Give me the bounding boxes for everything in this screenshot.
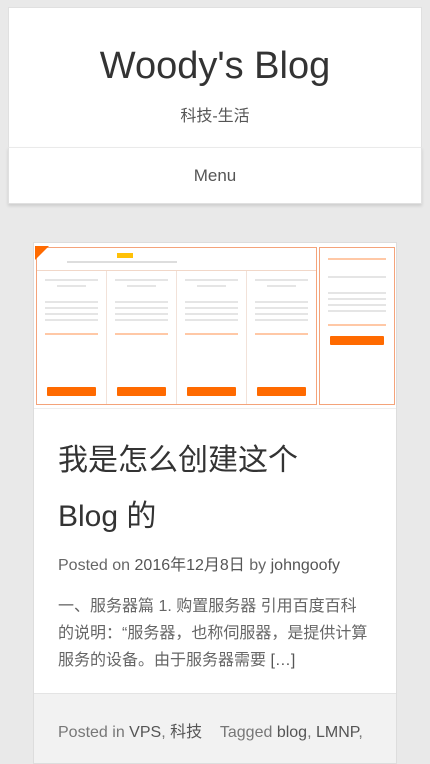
- post-title-line[interactable]: Blog 的: [58, 489, 372, 545]
- read-more-link[interactable]: […]: [270, 652, 295, 669]
- post-date-link[interactable]: 2016年12月8日: [135, 557, 245, 574]
- site-header: Woody's Blog 科技-生活: [8, 7, 422, 148]
- thumbnail-subline: [67, 261, 177, 263]
- category-link-vps[interactable]: VPS: [129, 724, 161, 741]
- thumbnail-side-plan: [320, 258, 394, 345]
- post-title[interactable]: 我是怎么创建这个 Blog 的: [58, 433, 372, 545]
- thumbnail-plan: [177, 271, 247, 404]
- thumbnail-plan: [37, 271, 107, 404]
- excerpt-text: 一、服务器篇 1. 购置服务器 引用百度百科的说明：“服务器，也称伺服器，是提供…: [58, 598, 368, 669]
- post-card: 我是怎么创建这个 Blog 的 Posted on 2016年12月8日 by …: [33, 242, 397, 764]
- thumbnail-plan-button: [117, 387, 166, 396]
- thumbnail-plan: [247, 271, 316, 404]
- post-thumbnail[interactable]: [34, 243, 396, 409]
- menu-toggle[interactable]: Menu: [8, 147, 422, 204]
- post-excerpt: 一、服务器篇 1. 购置服务器 引用百度百科的说明：“服务器，也称伺服器，是提供…: [58, 593, 372, 674]
- posted-in-label: Posted in: [58, 724, 125, 741]
- thumbnail-plans-side: [319, 247, 395, 405]
- author-link[interactable]: johngoofy: [271, 557, 340, 574]
- thumbnail-plan-button: [330, 336, 384, 345]
- thumbnail-plan: [107, 271, 177, 404]
- site-description: 科技-生活: [180, 108, 250, 125]
- posted-on-label: Posted on: [58, 557, 131, 574]
- tagged-label: Tagged: [219, 724, 273, 741]
- thumbnail-plan-button: [47, 387, 96, 396]
- thumbnail-plan-row: [37, 271, 316, 404]
- category-link-tech[interactable]: 科技: [170, 724, 202, 741]
- thumbnail-plans-main: [35, 246, 317, 405]
- tag-link-lmnp[interactable]: LMNP: [316, 724, 358, 741]
- thumbnail-header: [37, 248, 316, 271]
- post-title-line[interactable]: 我是怎么创建这个: [58, 433, 372, 489]
- site-title[interactable]: Woody's Blog: [9, 46, 421, 86]
- post-meta: Posted on 2016年12月8日 by johngoofy: [58, 551, 372, 575]
- thumbnail-plan-button: [187, 387, 236, 396]
- thumbnail-plan-button: [257, 387, 306, 396]
- tag-link-blog[interactable]: blog: [277, 724, 307, 741]
- post-footer-meta: Posted in VPS, 科技 Tagged blog, LMNP,: [34, 693, 396, 763]
- thumbnail-badge: [117, 253, 133, 258]
- by-label: by: [249, 557, 267, 574]
